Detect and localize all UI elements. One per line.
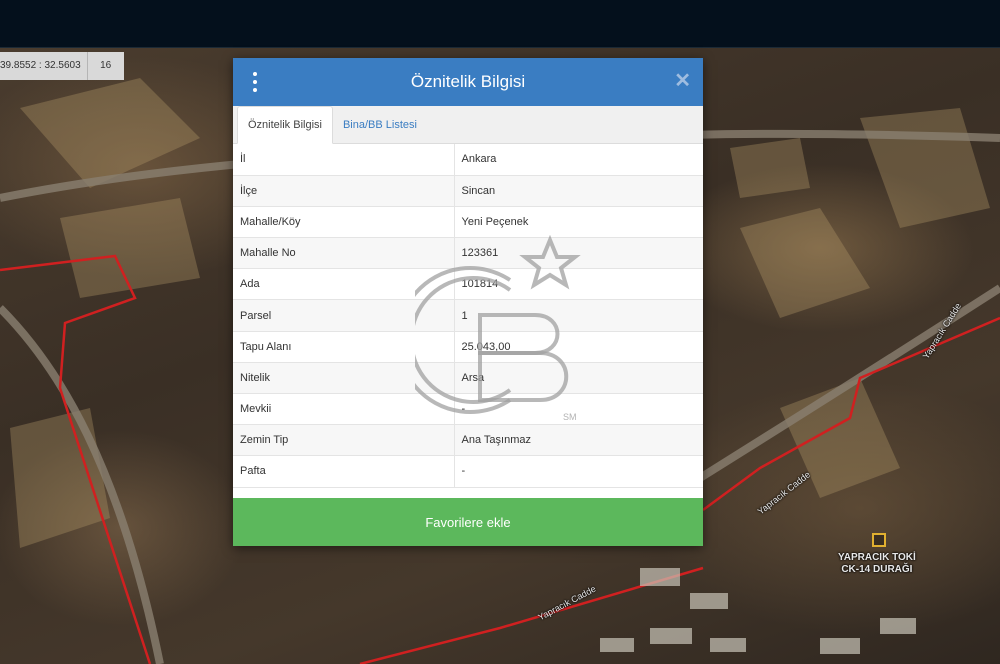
attribute-value: -	[454, 455, 703, 488]
table-row: Mahalle No 123361	[233, 237, 703, 270]
attribute-value: Arsa	[454, 362, 703, 395]
attribute-value: Ana Taşınmaz	[454, 424, 703, 457]
close-icon[interactable]: ✕	[674, 70, 691, 92]
dialog-title: Öznitelik Bilgisi	[410, 72, 526, 91]
table-row: İlçe Sincan	[233, 175, 703, 207]
table-row: Pafta -	[233, 455, 703, 488]
bus-stop-label: YAPRACIK TOKİ CK-14 DURAĞI	[838, 552, 916, 576]
attribute-value: -	[454, 393, 703, 426]
table-row: Ada 101814	[233, 268, 703, 301]
attribute-key: İlçe	[233, 175, 455, 207]
attribute-table: İl Ankara İlçe Sincan Mahalle/Köy Yeni Peçene…	[233, 144, 703, 488]
attribute-value: 101814	[454, 268, 703, 301]
attribute-key: Zemin Tip	[233, 424, 455, 457]
attribute-key: Ada	[233, 268, 455, 301]
attribute-value: Sincan	[454, 175, 703, 207]
table-row: Zemin Tip Ana Taşınmaz	[233, 424, 703, 457]
tab-bar: Öznitelik Bilgisi Bina/BB Listesi	[233, 106, 703, 144]
attribute-key: İl	[233, 144, 455, 176]
table-row: Mahalle/Köy Yeni Peçenek	[233, 206, 703, 239]
add-to-favorites-button[interactable]: Favorilere ekle	[233, 498, 703, 546]
dialog-header: Öznitelik Bilgisi ✕	[233, 58, 703, 106]
attribute-key: Parsel	[233, 299, 455, 332]
bus-stop-label-line1: YAPRACIK TOKİ	[838, 552, 916, 563]
attribute-key: Tapu Alanı	[233, 331, 455, 363]
attribute-key: Nitelik	[233, 362, 455, 395]
attribute-key: Mahalle/Köy	[233, 206, 455, 239]
table-row: Mevkii -	[233, 393, 703, 426]
tab-attribute-info[interactable]: Öznitelik Bilgisi	[237, 106, 333, 144]
table-row: Nitelik Arsa	[233, 362, 703, 395]
attribute-key: Mevkii	[233, 393, 455, 426]
top-bar	[0, 0, 1000, 48]
attribute-key: Pafta	[233, 455, 455, 488]
attribute-value: 1	[454, 299, 703, 332]
coordinate-readout: 39.8552 : 32.5603 16	[0, 52, 124, 80]
attribute-value: Ankara	[454, 144, 703, 176]
table-row: Parsel 1	[233, 299, 703, 332]
coordinates-text: 39.8552 : 32.5603	[0, 52, 88, 80]
more-vertical-icon[interactable]	[247, 72, 263, 92]
table-row: Tapu Alanı 25.043,00	[233, 331, 703, 363]
table-row: İl Ankara	[233, 144, 703, 176]
bus-stop-label-line2: CK-14 DURAĞI	[841, 564, 913, 575]
tab-building-list[interactable]: Bina/BB Listesi	[333, 107, 427, 143]
attribute-value: 25.043,00	[454, 331, 703, 363]
attribute-key: Mahalle No	[233, 237, 455, 270]
bus-stop-icon[interactable]	[872, 533, 886, 547]
attribute-value: 123361	[454, 237, 703, 270]
attribute-value: Yeni Peçenek	[454, 206, 703, 239]
attribute-info-dialog: Öznitelik Bilgisi ✕ Öznitelik Bilgisi Bi…	[233, 58, 703, 546]
zoom-level: 16	[100, 60, 112, 71]
